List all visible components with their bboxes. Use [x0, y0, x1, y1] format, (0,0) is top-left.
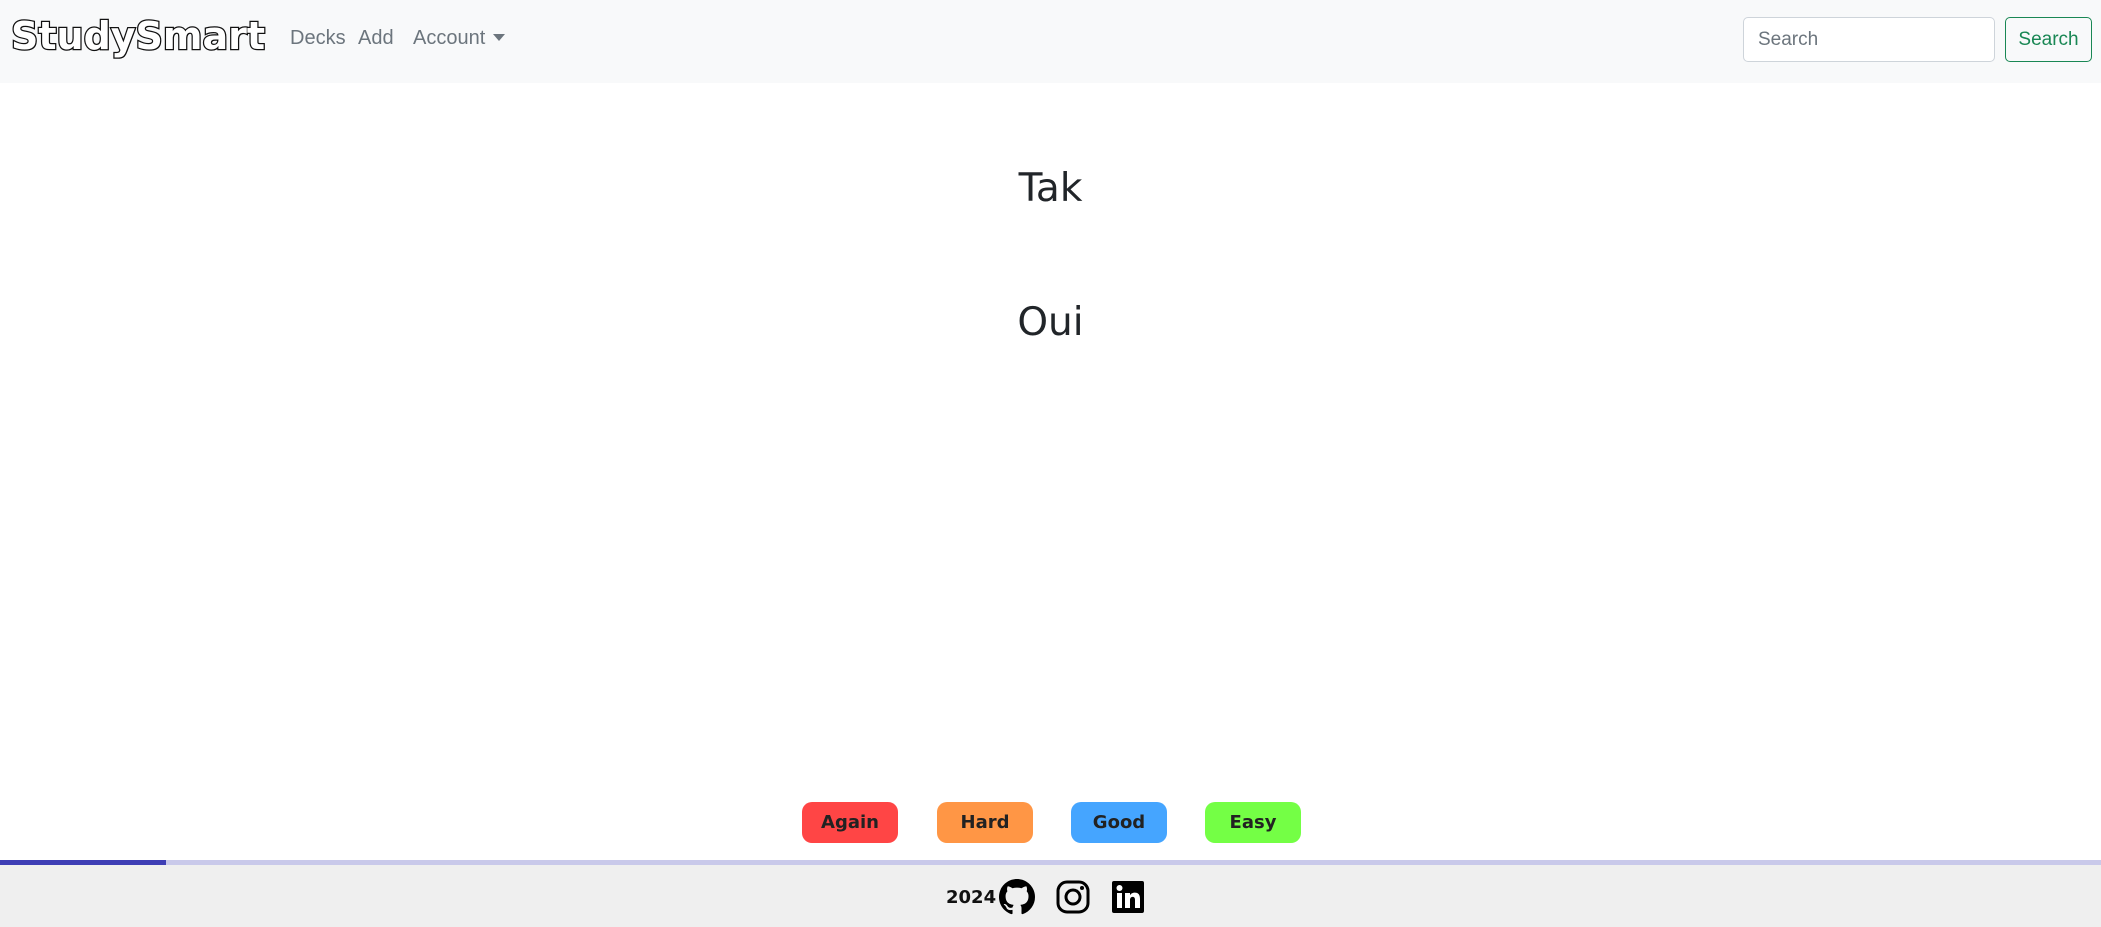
instagram-icon[interactable] [1055, 879, 1091, 915]
nav-dropdown-account[interactable]: Account [413, 27, 506, 50]
easy-button[interactable]: Easy [1205, 802, 1301, 843]
search-button[interactable]: Search [2005, 17, 2092, 62]
brand-logo[interactable]: StudySmart [10, 13, 267, 60]
good-button[interactable]: Good [1071, 802, 1167, 843]
footer-year: 2024 [946, 887, 997, 908]
again-button[interactable]: Again [802, 802, 898, 843]
search-input[interactable] [1743, 17, 1995, 62]
linkedin-icon[interactable] [1110, 879, 1146, 915]
card-front-text: Tak [1018, 166, 1083, 211]
top-navbar: StudySmart Decks Add Account Search [0, 0, 2101, 83]
hard-button[interactable]: Hard [937, 802, 1033, 843]
nav-link-decks[interactable]: Decks [290, 27, 346, 50]
github-icon[interactable] [999, 879, 1035, 915]
footer: 2024 [0, 865, 2101, 927]
chevron-down-icon [493, 34, 506, 41]
card-back-text: Oui [1017, 300, 1084, 345]
nav-link-add[interactable]: Add [358, 27, 394, 50]
nav-account-label: Account [413, 27, 486, 49]
